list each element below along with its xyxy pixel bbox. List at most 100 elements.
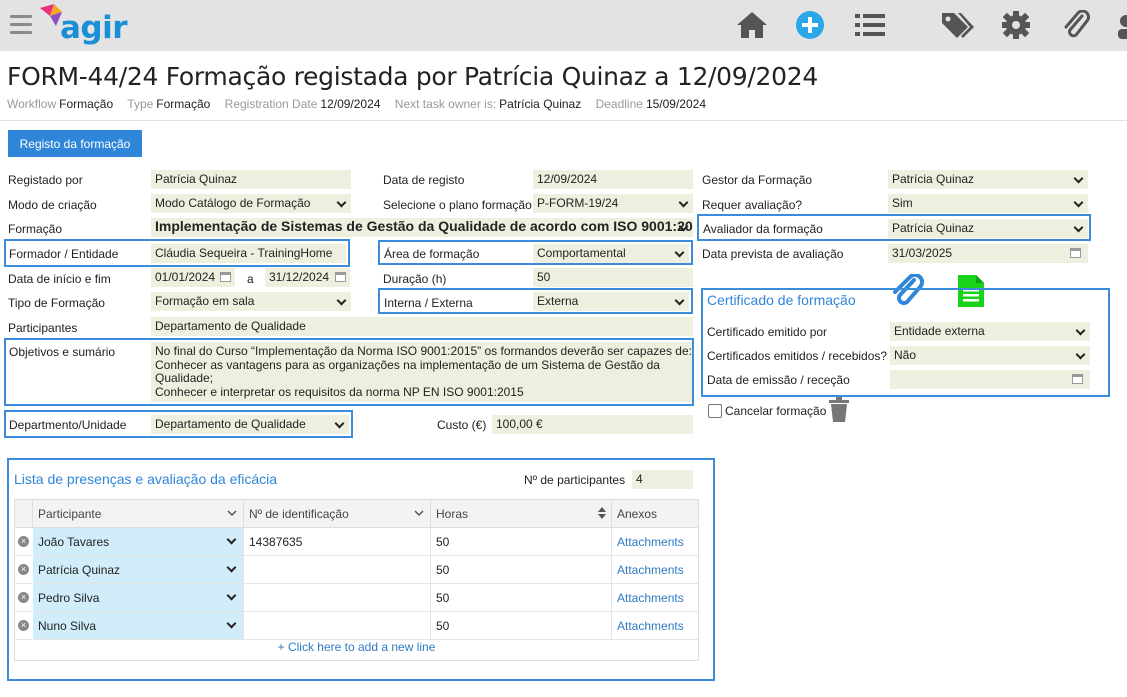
regdate-label: Registration Date	[224, 97, 318, 111]
type-value: Formação	[156, 97, 211, 111]
calendar-icon[interactable]	[1072, 374, 1083, 384]
presencas-table: Participante Nº de identificação Horas A…	[14, 499, 699, 661]
remove-row-icon[interactable]: ×	[18, 592, 29, 603]
identificacao-cell[interactable]: 14387635	[244, 528, 431, 555]
logo-text: agir	[60, 10, 128, 46]
attachments-link[interactable]: Attachments	[612, 612, 698, 639]
requer-avaliacao-label: Requer avaliação?	[702, 198, 803, 212]
header-identificacao[interactable]: Nº de identificação	[244, 500, 431, 528]
remove-row-cell: ×	[15, 612, 33, 639]
table-row: × Pedro Silva 50 Attachments	[15, 584, 698, 612]
custo-label: Custo (€)	[437, 418, 487, 432]
remove-row-icon[interactable]: ×	[18, 564, 29, 575]
certificados-emitidos-label: Certificados emitidos / recebidos?	[707, 349, 888, 363]
gear-icon[interactable]	[999, 10, 1033, 40]
departamento-highlight	[4, 410, 353, 438]
duracao-field[interactable]: 50	[533, 268, 693, 287]
attachments-link[interactable]: Attachments	[612, 584, 698, 611]
identificacao-cell[interactable]	[244, 612, 431, 639]
identificacao-cell[interactable]	[244, 584, 431, 611]
header-remove-col	[15, 500, 33, 528]
home-icon[interactable]	[735, 10, 769, 40]
lista-title: Lista de presenças e avaliação da eficác…	[14, 471, 278, 487]
user-icon[interactable]	[1112, 10, 1127, 40]
plano-label: Selecione o plano formação	[383, 198, 532, 212]
participante-select[interactable]: Patrícia Quinaz	[33, 556, 244, 583]
data-emissao-field[interactable]	[890, 370, 1090, 389]
requer-avaliacao-select[interactable]: Sim	[888, 194, 1088, 213]
remove-row-cell: ×	[15, 528, 33, 555]
interna-externa-highlight	[378, 288, 693, 314]
objetivos-highlight	[4, 338, 694, 406]
formacao-select[interactable]: Implementação de Sistemas de Gestão da Q…	[151, 218, 693, 237]
owner-value: Patrícia Quinaz	[499, 97, 582, 111]
gestor-label: Gestor da Formação	[702, 173, 813, 187]
chevron-down-icon	[227, 510, 237, 517]
top-bar: agir	[0, 0, 1127, 51]
attachments-link[interactable]: Attachments	[612, 528, 698, 555]
date-separator: a	[247, 272, 254, 286]
data-registo-field: 12/09/2024	[533, 170, 693, 189]
paperclip-icon[interactable]	[1060, 10, 1094, 40]
app-logo[interactable]: agir	[40, 4, 128, 46]
formador-highlight	[4, 239, 350, 267]
n-participantes-field: 4	[632, 470, 693, 489]
identificacao-cell[interactable]	[244, 556, 431, 583]
tipo-formacao-select[interactable]: Formação em sala	[151, 292, 351, 311]
horas-cell[interactable]: 50	[431, 584, 612, 611]
header-label: Anexos	[617, 507, 658, 521]
participante-select[interactable]: Nuno Silva	[33, 612, 244, 639]
cancelar-checkbox[interactable]	[708, 404, 722, 418]
attachments-link[interactable]: Attachments	[612, 556, 698, 583]
duracao-label: Duração (h)	[383, 272, 447, 286]
hamburger-menu-icon[interactable]	[10, 15, 32, 35]
header-horas[interactable]: Horas	[431, 500, 612, 528]
workflow-value: Formação	[59, 97, 114, 111]
horas-cell[interactable]: 50	[431, 528, 612, 555]
header-label: Nº de identificação	[249, 507, 349, 521]
plano-select[interactable]: P-FORM-19/24	[533, 194, 693, 213]
modo-criacao-select[interactable]: Modo Catálogo de Formação	[151, 194, 351, 213]
tab-registo-formacao[interactable]: Registo da formação	[8, 130, 142, 157]
calendar-icon[interactable]	[220, 272, 231, 282]
area-highlight	[378, 240, 693, 265]
calendar-icon[interactable]	[335, 272, 346, 282]
remove-row-cell: ×	[15, 556, 33, 583]
deadline-label: Deadline	[595, 97, 643, 111]
type-label: Type	[127, 97, 154, 111]
modo-criacao-label: Modo de criação	[8, 198, 97, 212]
horas-cell[interactable]: 50	[431, 612, 612, 639]
chevron-down-icon	[414, 510, 424, 517]
table-row: × Nuno Silva 50 Attachments	[15, 612, 698, 640]
add-new-line-link[interactable]: + Click here to add a new line	[15, 640, 698, 654]
tags-icon[interactable]	[940, 10, 974, 40]
header-participante[interactable]: Participante	[33, 500, 244, 528]
list-icon[interactable]	[853, 10, 887, 40]
certificado-emitido-por-label: Certificado emitido por	[707, 325, 828, 339]
certificados-emitidos-select[interactable]: Não	[890, 346, 1090, 365]
remove-row-icon[interactable]: ×	[18, 536, 29, 547]
gestor-select[interactable]: Patrícia Quinaz	[888, 170, 1088, 189]
data-prevista-field[interactable]: 31/03/2025	[888, 244, 1088, 263]
cancelar-label: Cancelar formação	[725, 404, 827, 418]
participante-select[interactable]: João Tavares	[33, 528, 244, 555]
trash-icon[interactable]	[828, 397, 850, 423]
header-anexos: Anexos	[612, 500, 698, 528]
custo-field[interactable]: 100,00 €	[492, 415, 693, 434]
regdate-value: 12/09/2024	[320, 97, 381, 111]
registado-por-label: Registado por	[8, 173, 83, 187]
table-row: × João Tavares 14387635 50 Attachments	[15, 528, 698, 556]
remove-row-icon[interactable]: ×	[18, 620, 29, 631]
horas-cell[interactable]: 50	[431, 556, 612, 583]
formacao-label: Formação	[8, 222, 63, 236]
workflow-meta: Workflow Formação Type Formação Registrati…	[7, 97, 717, 111]
data-emissao-label: Data de emissão / receção	[707, 373, 850, 387]
registado-por-field: Patrícia Quinaz	[151, 170, 351, 189]
participantes-field[interactable]: Departamento de Qualidade	[151, 317, 693, 336]
calendar-icon[interactable]	[1070, 248, 1081, 258]
deadline-value: 15/09/2024	[645, 97, 706, 111]
participante-select[interactable]: Pedro Silva	[33, 584, 244, 611]
add-icon[interactable]	[794, 10, 828, 40]
remove-row-cell: ×	[15, 584, 33, 611]
certificado-emitido-por-select[interactable]: Entidade externa	[890, 322, 1090, 341]
